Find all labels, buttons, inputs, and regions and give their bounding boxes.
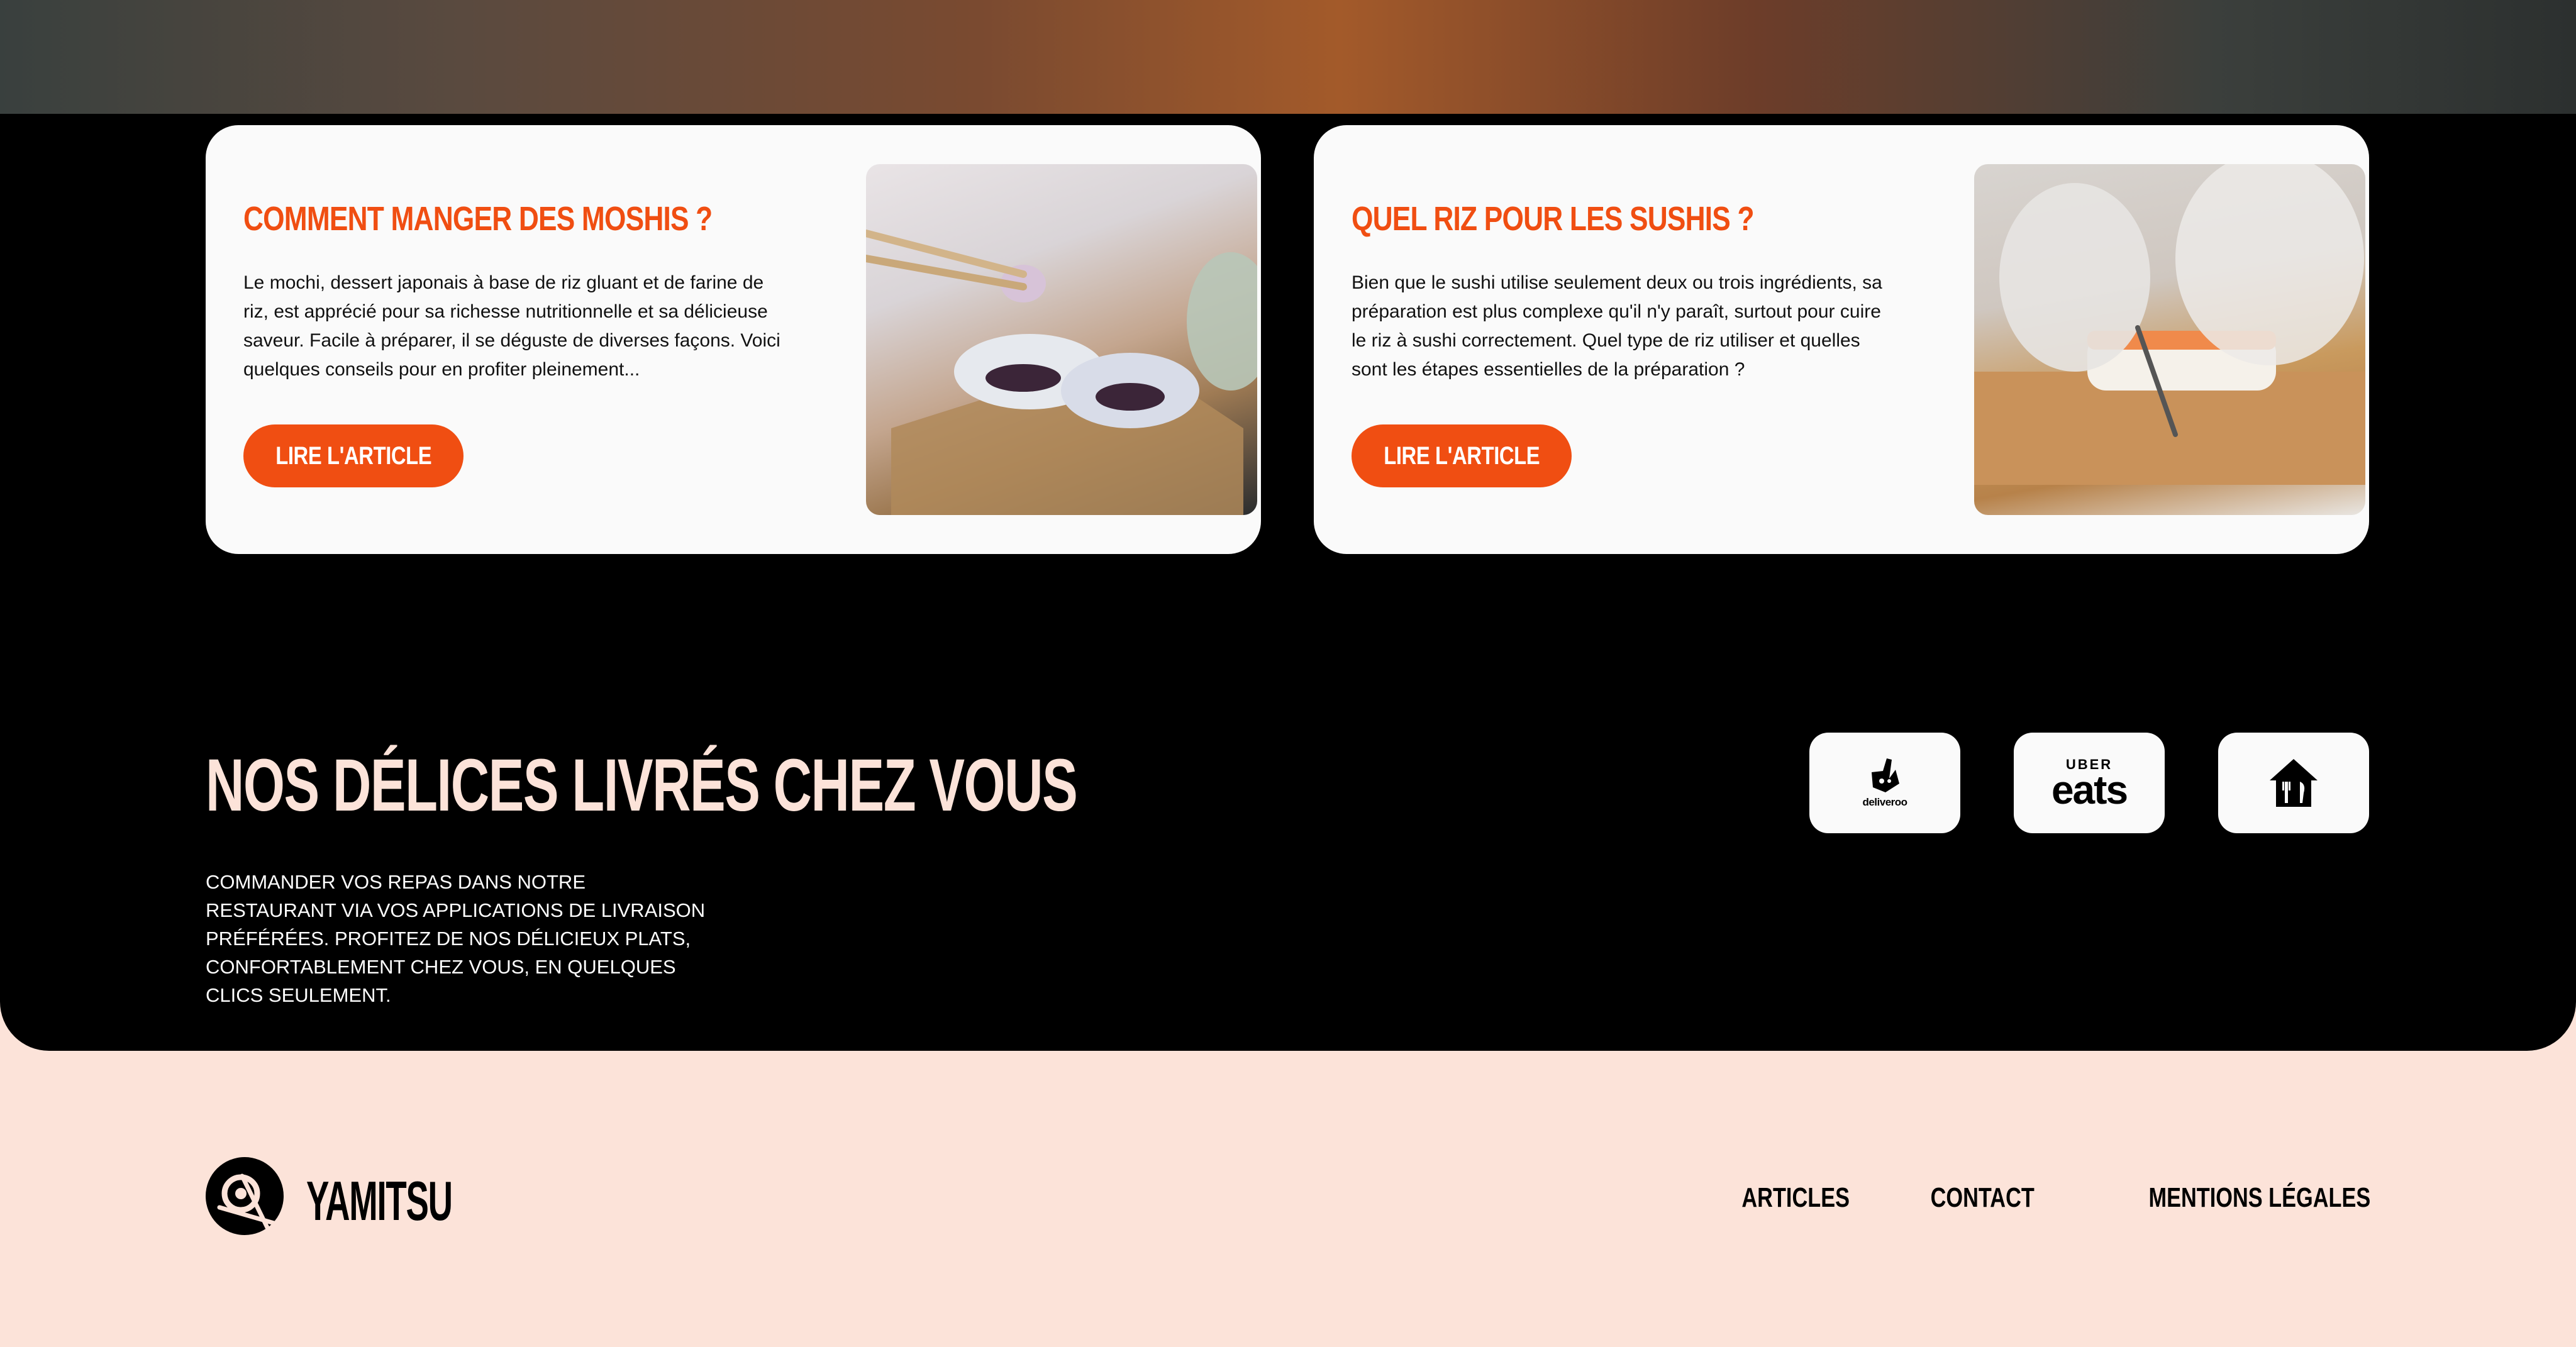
- read-article-label: LIRE L'ARTICLE: [275, 441, 432, 470]
- mochi-photo: [866, 164, 1257, 515]
- article-title: COMMENT MANGER DES MOSHIS ?: [243, 200, 713, 238]
- article-excerpt: Le mochi, dessert japonais à base de riz…: [243, 272, 780, 380]
- footer-nav: ARTICLES CONTACT MENTIONS LÉGALES: [1711, 1182, 2370, 1214]
- uber-eats-bottom-text: eats: [2051, 767, 2128, 812]
- hero-background-strip: [0, 0, 2576, 114]
- just-eat-link[interactable]: [2218, 733, 2369, 833]
- footer-link-articles[interactable]: ARTICLES: [1741, 1182, 1850, 1214]
- article-card-mochi: COMMENT MANGER DES MOSHIS ? Le mochi, de…: [206, 125, 1261, 554]
- article-card-sushi-rice: QUEL RIZ POUR LES SUSHIS ? Bien que le s…: [1314, 125, 2369, 554]
- deliveroo-link[interactable]: deliveroo: [1809, 733, 1960, 833]
- sushi-photo: [1974, 164, 2365, 515]
- just-eat-logo-icon: [2270, 759, 2318, 807]
- article-excerpt: Bien que le sushi utilise seulement deux…: [1352, 272, 1882, 380]
- read-article-button[interactable]: LIRE L'ARTICLE: [243, 424, 464, 487]
- footer-link-legal[interactable]: MENTIONS LÉGALES: [2148, 1182, 2370, 1214]
- read-article-label: LIRE L'ARTICLE: [1383, 441, 1540, 470]
- uber-eats-logo-icon: UBER eats: [2051, 758, 2128, 812]
- deliveroo-label: deliveroo: [1862, 796, 1907, 808]
- mochi-illustration: [866, 230, 1257, 515]
- article-title: QUEL RIZ POUR LES SUSHIS ?: [1352, 200, 1755, 238]
- sushi-illustration: [1974, 164, 2365, 485]
- delivery-description: COMMANDER VOS REPAS DANS NOTRE RESTAURAN…: [206, 871, 706, 1006]
- read-article-button[interactable]: LIRE L'ARTICLE: [1352, 424, 1572, 487]
- brand-name[interactable]: YAMITSU: [306, 1173, 453, 1229]
- uber-eats-link[interactable]: UBER eats: [2014, 733, 2165, 833]
- footer-link-contact[interactable]: CONTACT: [1931, 1182, 2035, 1214]
- delivery-title: NOS DÉLICES LIVRÉS CHEZ VOUS: [206, 744, 1078, 827]
- yamitsu-logo-icon: [206, 1157, 284, 1235]
- articles-delivery-section: COMMENT MANGER DES MOSHIS ? Le mochi, de…: [0, 114, 2576, 1051]
- deliveroo-logo-icon: [1872, 758, 1899, 792]
